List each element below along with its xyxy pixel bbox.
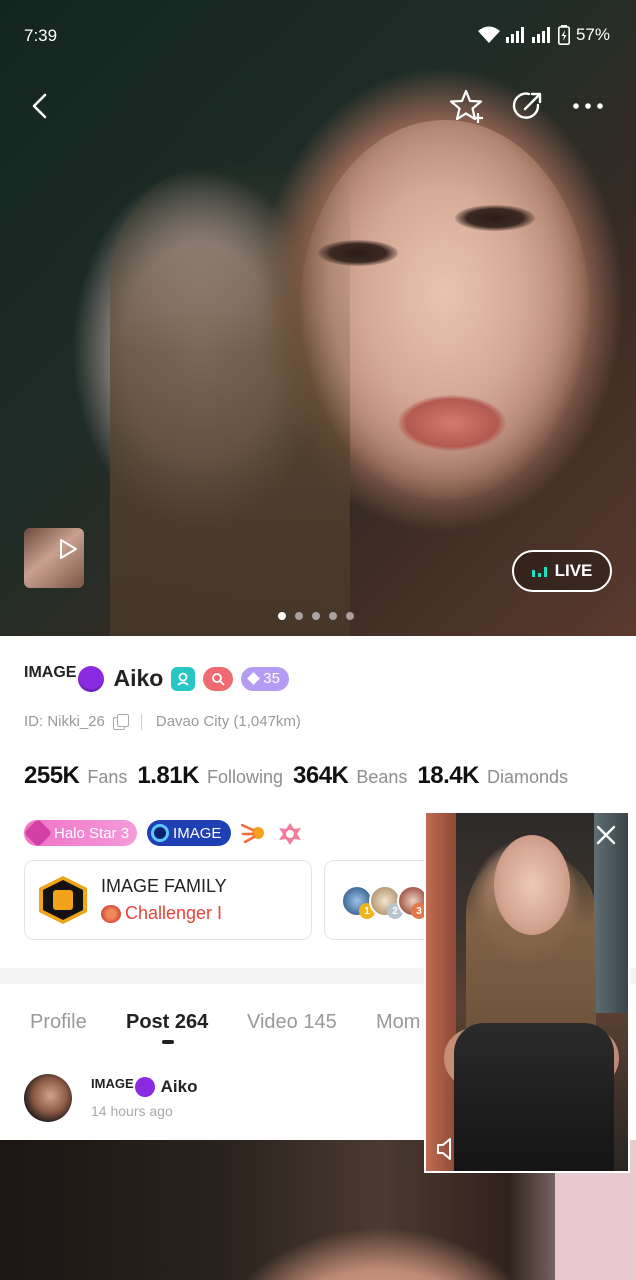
post-family-tag: IMAGE	[91, 1075, 134, 1091]
stats-row: 255K Fans 1.81K Following 364K Beans 18.…	[24, 762, 570, 790]
battery-icon	[557, 25, 570, 45]
post-timestamp: 14 hours ago	[91, 1103, 173, 1119]
post-author-info: IMAGE Aiko 14 hours ago	[91, 1074, 197, 1122]
fans-count[interactable]: 255K	[24, 762, 80, 790]
eye-icon	[151, 824, 170, 842]
post-author[interactable]: Aiko	[161, 1077, 198, 1097]
live-label: LIVE	[554, 561, 593, 580]
diamonds-label: Diamonds	[486, 767, 569, 787]
purple-circle-icon	[134, 1077, 155, 1097]
back-button[interactable]	[18, 84, 62, 128]
status-bar: 7:39 57%	[0, 0, 636, 70]
following-count[interactable]: 1.81K	[137, 762, 199, 790]
share-icon	[512, 92, 542, 119]
video-thumbnail[interactable]	[24, 528, 84, 588]
signal-icon	[505, 27, 524, 43]
pager-dot	[295, 612, 303, 620]
fans-label[interactable]: Fans	[87, 767, 127, 788]
profile-meta-row: ID: Nikki_26 Davao City (1,047km)	[24, 713, 301, 730]
comet-badge-icon[interactable]	[241, 820, 267, 846]
halo-icon	[23, 818, 53, 848]
tab-post[interactable]: Post 264	[126, 1011, 208, 1034]
video-detail	[426, 813, 456, 1171]
active-tab-indicator	[162, 1040, 174, 1044]
tab-moments[interactable]: Mom	[376, 1011, 420, 1034]
share-button[interactable]	[506, 84, 550, 128]
tab-video[interactable]: Video 145	[247, 1011, 337, 1034]
copy-icon[interactable]	[112, 714, 129, 730]
family-card[interactable]: IMAGE FAMILY Challenger I	[24, 860, 312, 940]
photo-detail	[318, 240, 398, 266]
family-rank-label: Challenger I	[125, 903, 223, 923]
star-plus-icon	[450, 89, 483, 123]
family-logo-icon	[39, 876, 87, 924]
image-badge[interactable]: IMAGE	[147, 820, 232, 846]
beans-count: 364K	[293, 762, 349, 789]
following-label[interactable]: Following	[207, 767, 283, 788]
speaker-muted-icon[interactable]	[434, 1135, 462, 1163]
more-icon	[573, 103, 603, 109]
ribbon-badge-icon[interactable]	[277, 820, 303, 846]
wifi-icon	[477, 26, 500, 43]
pager-dot	[346, 612, 354, 620]
battery-percent: 57%	[575, 25, 610, 44]
video-detail	[494, 835, 570, 935]
live-button[interactable]: LIVE	[512, 550, 612, 592]
profile-page: 7:39 57% LIVE IMAGE Aiko 35 ID: Nikki_26…	[0, 0, 636, 1280]
signal-icon-2	[531, 27, 550, 43]
photo-detail	[455, 205, 535, 231]
family-name: IMAGE FAMILY	[101, 876, 227, 896]
diamond-icon	[247, 672, 261, 685]
pager-dot	[312, 612, 320, 620]
badges-row: Halo Star 3 IMAGE	[23, 818, 303, 848]
gender-badge-icon	[171, 666, 196, 691]
photo-detail	[398, 395, 506, 451]
pager-dot	[278, 612, 286, 620]
photo-pager-dots	[278, 612, 354, 620]
diamonds-count: 18.4K	[417, 762, 479, 789]
user-name: Aiko	[113, 665, 164, 691]
rank-icon	[101, 904, 121, 923]
beans-label: Beans	[356, 767, 408, 787]
family-rank: Challenger I	[101, 903, 227, 924]
profile-name-row: IMAGE Aiko 35	[24, 663, 289, 692]
level-badge: 35	[241, 666, 289, 691]
purple-circle-icon	[78, 665, 105, 692]
back-arrow-icon	[32, 93, 47, 119]
video-detail	[454, 1023, 614, 1171]
level-value: 35	[263, 670, 280, 687]
post-name-row: IMAGE Aiko	[91, 1075, 198, 1097]
tab-profile[interactable]: Profile	[30, 1011, 87, 1034]
follow-star-button[interactable]	[446, 84, 490, 128]
user-id: ID: Nikki_26	[24, 713, 105, 730]
image-badge-label: IMAGE	[173, 824, 222, 842]
search-badge-icon	[203, 666, 234, 691]
halo-star-badge[interactable]: Halo Star 3	[23, 818, 138, 848]
halo-label: Halo Star 3	[54, 824, 130, 842]
live-bars-icon	[531, 565, 547, 577]
post-header: IMAGE Aiko 14 hours ago	[24, 1074, 197, 1122]
more-button[interactable]	[566, 84, 610, 128]
play-icon	[60, 539, 77, 559]
floating-live-player[interactable]	[424, 811, 630, 1173]
close-icon[interactable]	[594, 823, 618, 847]
family-info: IMAGE FAMILY Challenger I	[101, 876, 227, 924]
status-icons: 57%	[477, 25, 610, 45]
family-tag: IMAGE	[24, 663, 77, 681]
avatar[interactable]	[24, 1074, 72, 1122]
user-location: Davao City (1,047km)	[155, 713, 301, 730]
divider	[140, 713, 142, 730]
pager-dot	[329, 612, 337, 620]
status-time: 7:39	[24, 26, 58, 45]
